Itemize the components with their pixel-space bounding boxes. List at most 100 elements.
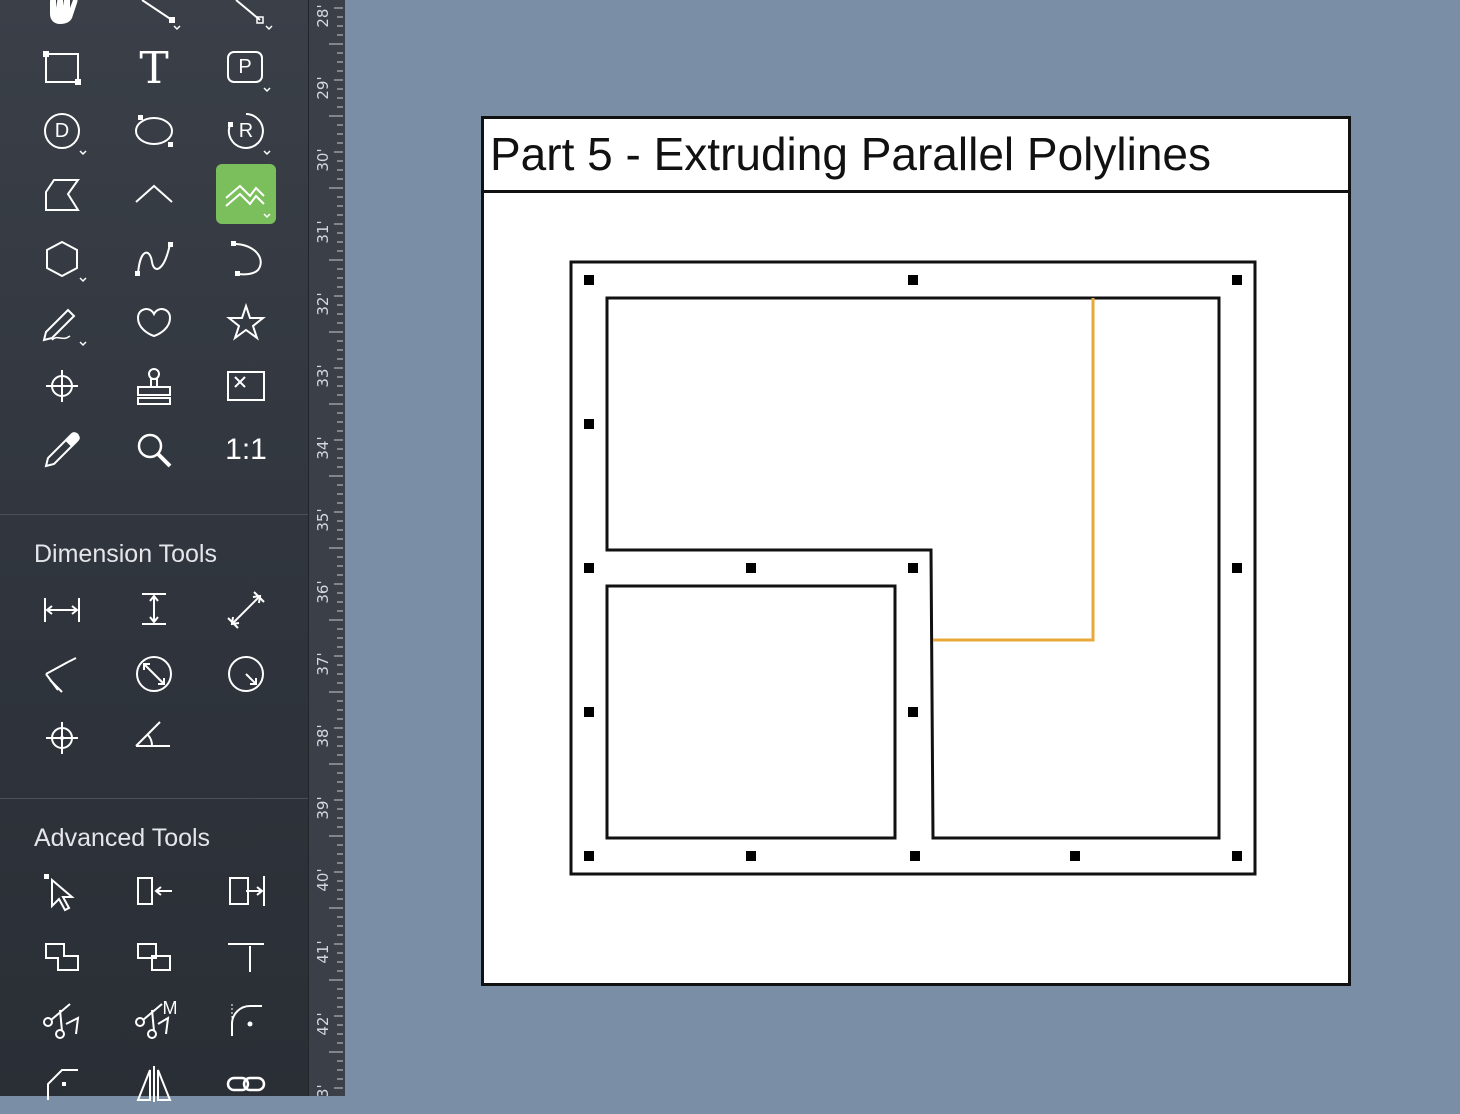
pencil-icon bbox=[42, 308, 87, 347]
ellipse-tool[interactable] bbox=[124, 101, 184, 161]
link-icon bbox=[226, 1076, 266, 1092]
extend-tool[interactable] bbox=[124, 862, 184, 922]
heart-icon bbox=[136, 308, 172, 338]
parking-symbol-tool[interactable]: P bbox=[216, 38, 276, 98]
selection-handle[interactable] bbox=[746, 563, 756, 573]
stamp-icon bbox=[137, 368, 171, 405]
aligned-dimension-icon bbox=[227, 591, 265, 629]
union-icon bbox=[45, 943, 79, 971]
m-glyph: M bbox=[162, 997, 178, 1018]
ruler-label: 39' bbox=[314, 796, 332, 820]
star-tool[interactable] bbox=[216, 292, 276, 352]
dimension-line-tool[interactable] bbox=[216, 0, 276, 38]
union-tool[interactable] bbox=[32, 926, 92, 986]
fillet-tool[interactable] bbox=[216, 990, 276, 1050]
ruler-label: 35' bbox=[314, 508, 332, 532]
zoom-tool[interactable] bbox=[124, 420, 184, 480]
section-divider bbox=[0, 514, 308, 515]
vertical-dimension-tool[interactable] bbox=[124, 580, 184, 640]
rectangle-tool[interactable] bbox=[32, 38, 92, 98]
connect-tool[interactable] bbox=[216, 926, 276, 986]
link-tool[interactable] bbox=[216, 1054, 276, 1114]
ruler-label: 40' bbox=[314, 868, 332, 892]
selection-handle[interactable] bbox=[584, 707, 594, 717]
scale-label: 1:1 bbox=[225, 433, 267, 466]
extend-to-line-icon bbox=[229, 876, 265, 906]
arc-tool[interactable] bbox=[216, 228, 276, 288]
shape-tool[interactable] bbox=[124, 292, 184, 352]
selection-handle[interactable] bbox=[584, 563, 594, 573]
ruler-label: 37' bbox=[314, 652, 332, 676]
radius-dimension-tool[interactable] bbox=[216, 644, 276, 704]
selection-handle[interactable] bbox=[1232, 563, 1242, 573]
multi-trim-tool[interactable]: M bbox=[124, 990, 184, 1050]
angle-dimension-tool[interactable] bbox=[124, 708, 184, 768]
selection-handles bbox=[584, 275, 1242, 861]
hand-icon bbox=[50, 0, 78, 24]
selection-handle[interactable] bbox=[584, 851, 594, 861]
polygon-icon bbox=[45, 179, 80, 211]
p-glyph: P bbox=[238, 55, 252, 78]
mirror-icon bbox=[136, 1066, 172, 1102]
horizontal-dimension-tool[interactable] bbox=[32, 580, 92, 640]
regular-polygon-tool[interactable] bbox=[32, 228, 92, 288]
selected-polyline[interactable] bbox=[933, 298, 1095, 642]
selection-handle[interactable] bbox=[1232, 851, 1242, 861]
aligned-dimension-tool[interactable] bbox=[216, 580, 276, 640]
chamfer-icon bbox=[47, 1069, 78, 1100]
ruler-label: 38' bbox=[314, 724, 332, 748]
pan-tool[interactable] bbox=[32, 0, 92, 38]
circle-radius-tool[interactable]: R bbox=[216, 101, 276, 161]
r-glyph: R bbox=[238, 119, 254, 142]
parallel-polyline-tool[interactable] bbox=[216, 164, 276, 224]
eyedropper-tool[interactable] bbox=[32, 420, 92, 480]
drawing-canvas[interactable]: Part 5 - Extruding Parallel Polylines bbox=[345, 0, 1460, 1096]
selection-handle[interactable] bbox=[910, 851, 920, 861]
selection-handle[interactable] bbox=[746, 851, 756, 861]
text-tool[interactable]: T bbox=[124, 38, 184, 98]
radius-dimension-icon bbox=[228, 656, 264, 692]
small-room[interactable] bbox=[605, 584, 897, 840]
selection-handle[interactable] bbox=[908, 707, 918, 717]
reshape-tool[interactable] bbox=[32, 862, 92, 922]
text-icon: T bbox=[139, 42, 169, 94]
center-mark-icon bbox=[46, 722, 78, 754]
line-tool[interactable] bbox=[124, 0, 184, 38]
polygon-tool[interactable] bbox=[32, 164, 92, 224]
polyline-tool[interactable] bbox=[124, 164, 184, 224]
circle-diameter-tool[interactable]: D bbox=[32, 101, 92, 161]
star-icon bbox=[226, 302, 266, 341]
extend-to-line-tool[interactable] bbox=[216, 862, 276, 922]
stamp-tool[interactable] bbox=[124, 356, 184, 416]
line-icon bbox=[141, 0, 181, 31]
image-placeholder-tool[interactable] bbox=[216, 356, 276, 416]
perpendicular-dimension-tool[interactable] bbox=[32, 644, 92, 704]
center-mark-tool[interactable] bbox=[32, 708, 92, 768]
trim-tool[interactable] bbox=[32, 990, 92, 1050]
point-tool[interactable] bbox=[32, 356, 92, 416]
selection-handle[interactable] bbox=[908, 275, 918, 285]
selection-handle[interactable] bbox=[584, 275, 594, 285]
selection-handle[interactable] bbox=[584, 419, 594, 429]
horizontal-dimension-icon bbox=[44, 598, 80, 622]
curve-tool[interactable] bbox=[124, 228, 184, 288]
ruler-label: 42' bbox=[314, 1012, 332, 1036]
d-glyph: D bbox=[54, 119, 70, 142]
dimension-tools-title: Dimension Tools bbox=[34, 540, 217, 568]
selection-handle[interactable] bbox=[1232, 275, 1242, 285]
rectangle-icon bbox=[43, 51, 81, 85]
selection-handle[interactable] bbox=[908, 563, 918, 573]
magnifier-icon bbox=[137, 433, 172, 468]
ruler-label: 41' bbox=[314, 940, 332, 964]
selection-handle[interactable] bbox=[1070, 851, 1080, 861]
actual-size-tool[interactable]: 1:1 bbox=[216, 420, 276, 480]
diameter-dimension-tool[interactable] bbox=[124, 644, 184, 704]
split-tool[interactable] bbox=[124, 926, 184, 986]
vertical-dimension-icon bbox=[142, 593, 166, 625]
mirror-tool[interactable] bbox=[124, 1054, 184, 1114]
vertical-ruler[interactable]: 28' 29' 30' 31' 32' 33' 34' 35' 36' 37' 38' 39' 40' 4… bbox=[308, 0, 346, 1096]
ruler-label: 43' bbox=[314, 1084, 332, 1096]
fillet-icon bbox=[231, 1004, 262, 1036]
freehand-tool[interactable] bbox=[32, 292, 92, 352]
chamfer-tool[interactable] bbox=[32, 1054, 92, 1114]
